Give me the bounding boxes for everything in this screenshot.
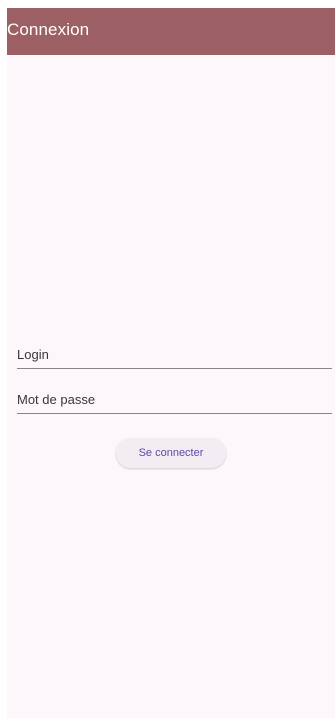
- app-screen: Connexion Se connecter: [7, 8, 335, 718]
- password-field-container: [17, 377, 332, 414]
- login-form: [17, 332, 332, 422]
- app-bar-title: Connexion: [7, 20, 90, 39]
- app-bar: Connexion: [7, 8, 335, 55]
- login-input[interactable]: [17, 347, 332, 362]
- login-field-container: [17, 332, 332, 369]
- submit-button-container: Se connecter: [7, 438, 335, 468]
- password-input[interactable]: [17, 392, 332, 407]
- connect-button[interactable]: Se connecter: [116, 438, 226, 468]
